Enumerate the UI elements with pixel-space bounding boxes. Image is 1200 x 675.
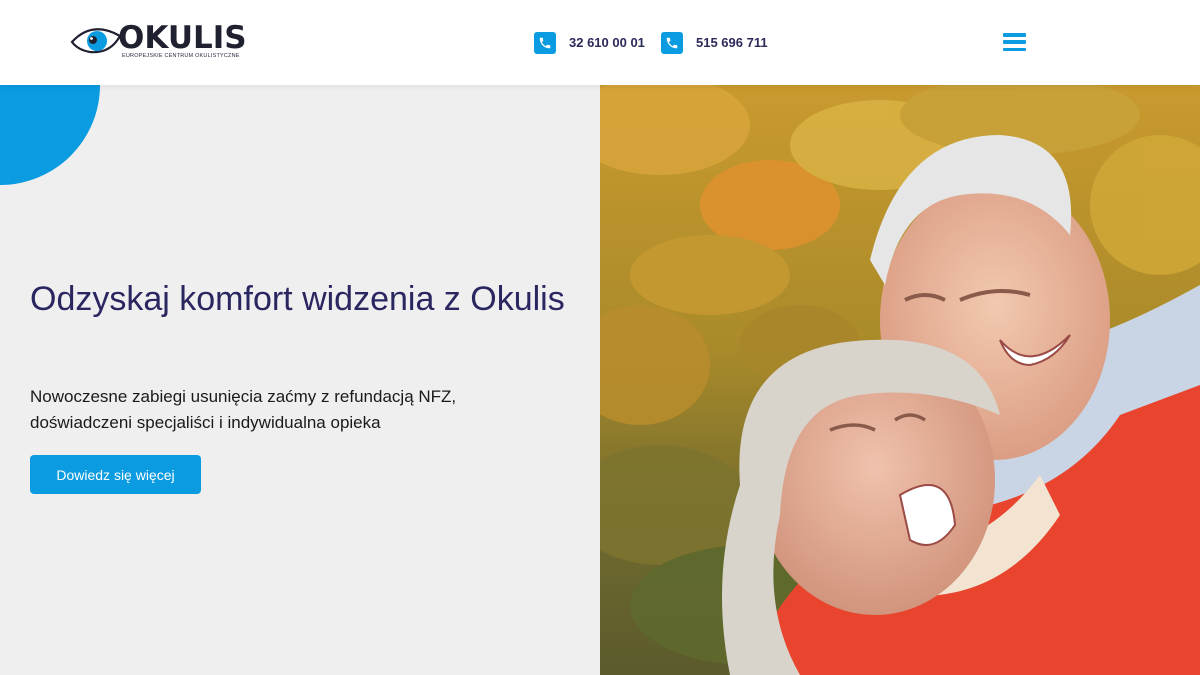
phone-number: 32 610 00 01 — [569, 35, 645, 50]
site-header: OKULIS EUROPEJSKIE CENTRUM OKULISTYCZNE … — [0, 0, 1200, 85]
phone-icon — [534, 31, 556, 54]
phone-link-1[interactable]: 32 610 00 01 — [534, 31, 645, 54]
decorative-circle — [0, 85, 100, 185]
logo-tagline: EUROPEJSKIE CENTRUM OKULISTYCZNE — [122, 53, 240, 59]
hero-title: Odzyskaj komfort widzenia z Okulis — [30, 280, 565, 318]
phone-number: 515 696 711 — [696, 35, 768, 50]
smiling-senior-couple-image — [600, 85, 1200, 675]
okulis-logo[interactable]: OKULIS EUROPEJSKIE CENTRUM OKULISTYCZNE — [70, 20, 247, 64]
hamburger-menu-icon[interactable] — [1003, 31, 1026, 53]
phone-link-2[interactable]: 515 696 711 — [661, 31, 768, 54]
hero-subtitle: Nowoczesne zabiegi usunięcia zaćmy z ref… — [30, 387, 457, 432]
learn-more-button[interactable]: Dowiedz się więcej — [30, 455, 201, 494]
phone-icon — [661, 31, 683, 54]
hero-photo — [600, 85, 1200, 675]
logo-wordmark: OKULIS — [118, 20, 247, 56]
eye-logo-icon — [70, 28, 122, 54]
hero-text-panel: Odzyskaj komfort widzenia z Okulis Nowoc… — [0, 85, 600, 675]
